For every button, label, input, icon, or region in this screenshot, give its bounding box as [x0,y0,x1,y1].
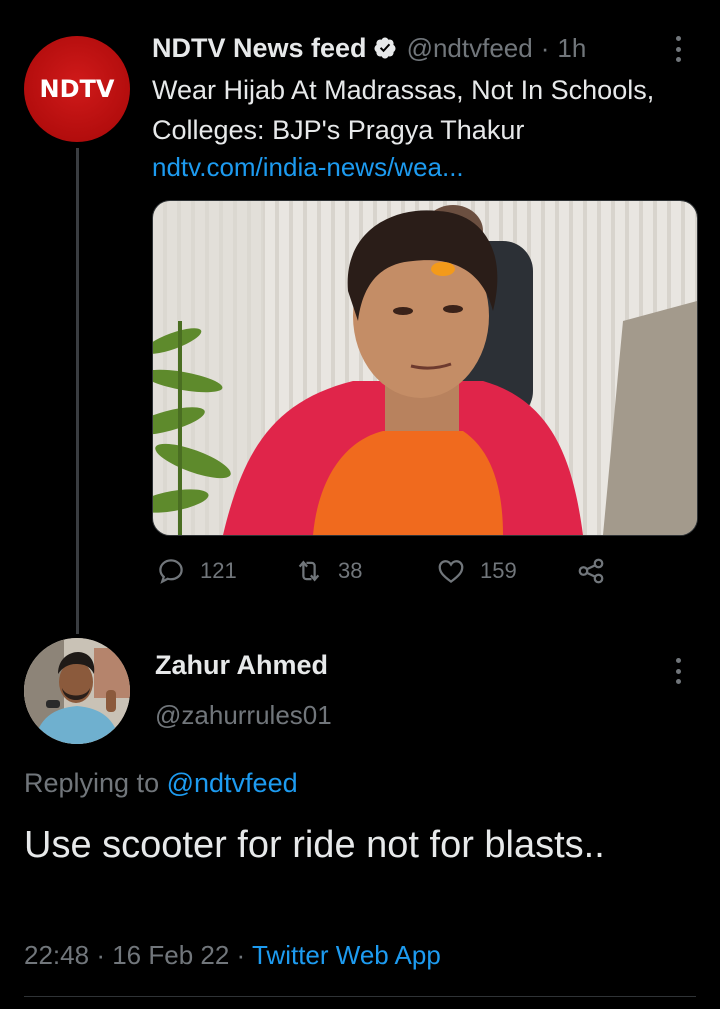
reply-more-options-icon[interactable] [676,658,682,684]
reply-button[interactable]: 121 [156,556,237,586]
reply-source-link[interactable]: Twitter Web App [252,940,441,970]
like-button[interactable]: 159 [436,556,517,586]
heart-icon [438,560,464,584]
reply-display-name[interactable]: Zahur Ahmed [155,650,328,681]
news-photo-icon [153,201,697,535]
ndtv-logo-text: NDTV [39,75,115,103]
ndtv-avatar[interactable]: NDTV [24,36,130,142]
parent-tweet-header: NDTV News feed @ndtvfeed · 1h [152,30,586,66]
verified-badge-icon [374,37,396,59]
meta-separator-2: · [236,940,246,970]
parent-tweet-text: Wear Hijab At Madrassas, Not In Schools,… [152,75,655,145]
replying-to-line: Replying to @ndtvfeed [24,768,298,799]
reply-time[interactable]: 22:48 [24,940,89,970]
replying-to-mention[interactable]: @ndtvfeed [167,768,298,798]
parent-more-options-icon[interactable] [676,36,682,62]
user-photo-icon [24,638,130,744]
bottom-divider [24,996,696,997]
reply-icon [159,559,183,584]
meta-separator: · [96,940,105,970]
parent-time[interactable]: 1h [557,33,586,64]
reply-meta-line: 22:48 · 16 Feb 22 · Twitter Web App [24,940,441,971]
share-icon [578,558,604,584]
share-button[interactable] [576,556,620,586]
parent-action-bar: 121 38 159 [152,556,672,592]
parent-time-separator: · [540,32,550,63]
parent-handle[interactable]: @ndtvfeed [407,33,533,64]
reply-tweet-text: Use scooter for ride not for blasts.. [24,824,605,866]
reply-handle[interactable]: @zahurrules01 [155,700,332,731]
thread-connector-line [76,148,79,634]
like-count: 159 [480,558,517,583]
retweet-count: 38 [338,558,363,583]
retweet-button[interactable]: 38 [294,556,362,586]
reply-date[interactable]: 16 Feb 22 [112,940,229,970]
zahur-avatar[interactable] [24,638,130,744]
reply-count: 121 [200,558,237,583]
tweet-media-image[interactable] [152,200,698,536]
replying-to-label: Replying to [24,768,160,798]
retweet-icon [298,560,320,582]
parent-tweet-link[interactable]: ndtv.com/india-news/wea... [152,152,464,183]
parent-display-name[interactable]: NDTV News feed [152,33,367,64]
